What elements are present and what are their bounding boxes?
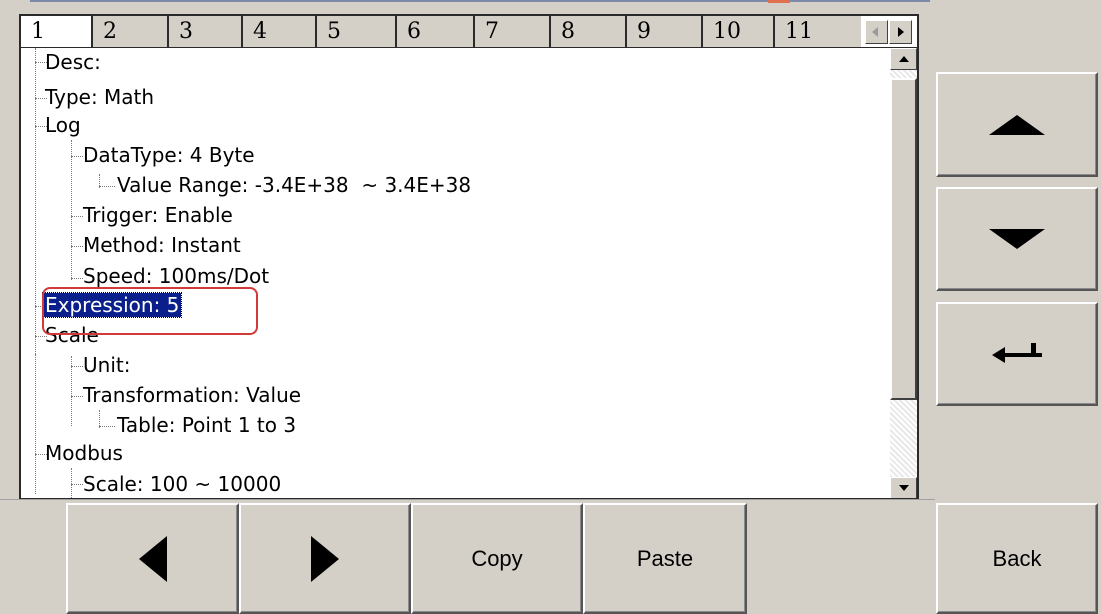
triangle-down-icon (989, 229, 1045, 249)
tree-node-label: Value Range: -3.4E+38 ~ 3.4E+38 (117, 173, 472, 197)
tab-5[interactable]: 5 (317, 16, 397, 47)
triangle-up-icon (899, 56, 909, 62)
tree-node-label: Modbus (45, 441, 123, 465)
previous-button[interactable] (66, 503, 239, 614)
tab-scroll-left-button[interactable] (865, 20, 888, 44)
enter-return-icon (992, 343, 1042, 365)
tab-3[interactable]: 3 (169, 16, 243, 47)
tree-node-label: DataType: 4 Byte (83, 143, 255, 167)
tree-node-log[interactable]: Log (45, 112, 81, 139)
back-button[interactable]: Back (936, 503, 1098, 614)
move-down-button[interactable] (936, 187, 1098, 291)
tree-node-label: Transformation: Value (83, 383, 302, 407)
enter-button[interactable] (936, 302, 1098, 406)
tree-connector (71, 140, 72, 280)
top-accent-mark (768, 0, 790, 3)
tree-node-desc[interactable]: Desc: (45, 49, 101, 76)
tree-node-label: Type: Math (45, 85, 155, 109)
tree-node-speed[interactable]: Speed: 100ms/Dot (83, 263, 269, 290)
tab-11[interactable]: 11 (775, 16, 861, 47)
tree-node-transformation[interactable]: Transformation: Value (83, 382, 301, 409)
triangle-up-icon (989, 114, 1045, 135)
tree-node-datatype[interactable]: DataType: 4 Byte (83, 142, 255, 169)
tab-2[interactable]: 2 (93, 16, 169, 47)
tree-node-label: Method: Instant (83, 233, 241, 257)
triangle-left-icon (138, 535, 167, 582)
channel-tab-strip: 1 2 3 4 5 6 7 8 9 10 11 (19, 14, 919, 47)
tree-node-modbus-scale[interactable]: Scale: 100 ~ 10000 (83, 471, 281, 498)
tree-connector (71, 484, 83, 485)
copy-button[interactable]: Copy (411, 503, 583, 614)
scrollbar-thumb[interactable] (890, 78, 917, 400)
move-up-button[interactable] (936, 72, 1098, 177)
tree-node-label: Unit: (83, 353, 131, 377)
copy-button-label: Copy (471, 545, 523, 571)
tree-connector (71, 396, 83, 397)
tree-node-label: Trigger: Enable (83, 203, 233, 227)
tree-node-modbus[interactable]: Modbus (45, 440, 123, 467)
tab-scroll-right-button[interactable] (889, 20, 912, 44)
tree-connector (71, 468, 72, 498)
screen: 1 2 3 4 5 6 7 8 9 10 11 Desc: Type: Math… (0, 0, 1101, 614)
tree-node-table[interactable]: Table: Point 1 to 3 (117, 412, 296, 439)
tab-8[interactable]: 8 (551, 16, 627, 47)
triangle-left-icon (872, 27, 878, 37)
paste-button[interactable]: Paste (583, 503, 747, 614)
triangle-right-icon (898, 27, 904, 37)
tab-6[interactable]: 6 (397, 16, 475, 47)
tree-node-trigger[interactable]: Trigger: Enable (83, 202, 233, 229)
tree-connector (71, 246, 83, 247)
tree-connector (71, 366, 83, 367)
tree-node-label: Scale: 100 ~ 10000 (83, 472, 282, 496)
vertical-scrollbar[interactable] (890, 48, 917, 498)
tree-connector (71, 278, 83, 279)
tab-10[interactable]: 10 (703, 16, 775, 47)
tree-connector (71, 216, 83, 217)
triangle-right-icon (311, 535, 339, 582)
selection-highlight-box (42, 287, 258, 335)
tree-connector (99, 426, 115, 427)
tree-node-label: Table: Point 1 to 3 (117, 413, 297, 437)
tree-node-method[interactable]: Method: Instant (83, 232, 241, 259)
next-button[interactable] (239, 503, 411, 614)
tab-4[interactable]: 4 (243, 16, 317, 47)
tree-connector (35, 354, 36, 494)
tree-node-type[interactable]: Type: Math (45, 84, 154, 111)
tree-node-unit[interactable]: Unit: (83, 352, 130, 379)
top-border (30, 0, 930, 2)
scroll-up-button[interactable] (890, 48, 917, 70)
tree-connector (71, 156, 83, 157)
tree-connector (99, 186, 115, 187)
tab-9[interactable]: 9 (627, 16, 703, 47)
divider (0, 499, 935, 500)
tree-connector (35, 48, 36, 354)
settings-tree: Desc: Type: Math Log DataType: 4 Byte Va… (19, 47, 919, 500)
triangle-down-icon (899, 485, 909, 491)
back-button-label: Back (992, 545, 1042, 571)
tree-node-value-range[interactable]: Value Range: -3.4E+38 ~ 3.4E+38 (117, 172, 471, 199)
scroll-down-button[interactable] (890, 477, 917, 498)
tab-1[interactable]: 1 (21, 16, 93, 47)
paste-button-label: Paste (636, 545, 694, 571)
tree-node-label: Speed: 100ms/Dot (83, 264, 270, 288)
tab-7[interactable]: 7 (475, 16, 551, 47)
tree-node-label: Log (45, 113, 81, 137)
tree-node-label: Desc: (45, 50, 101, 74)
